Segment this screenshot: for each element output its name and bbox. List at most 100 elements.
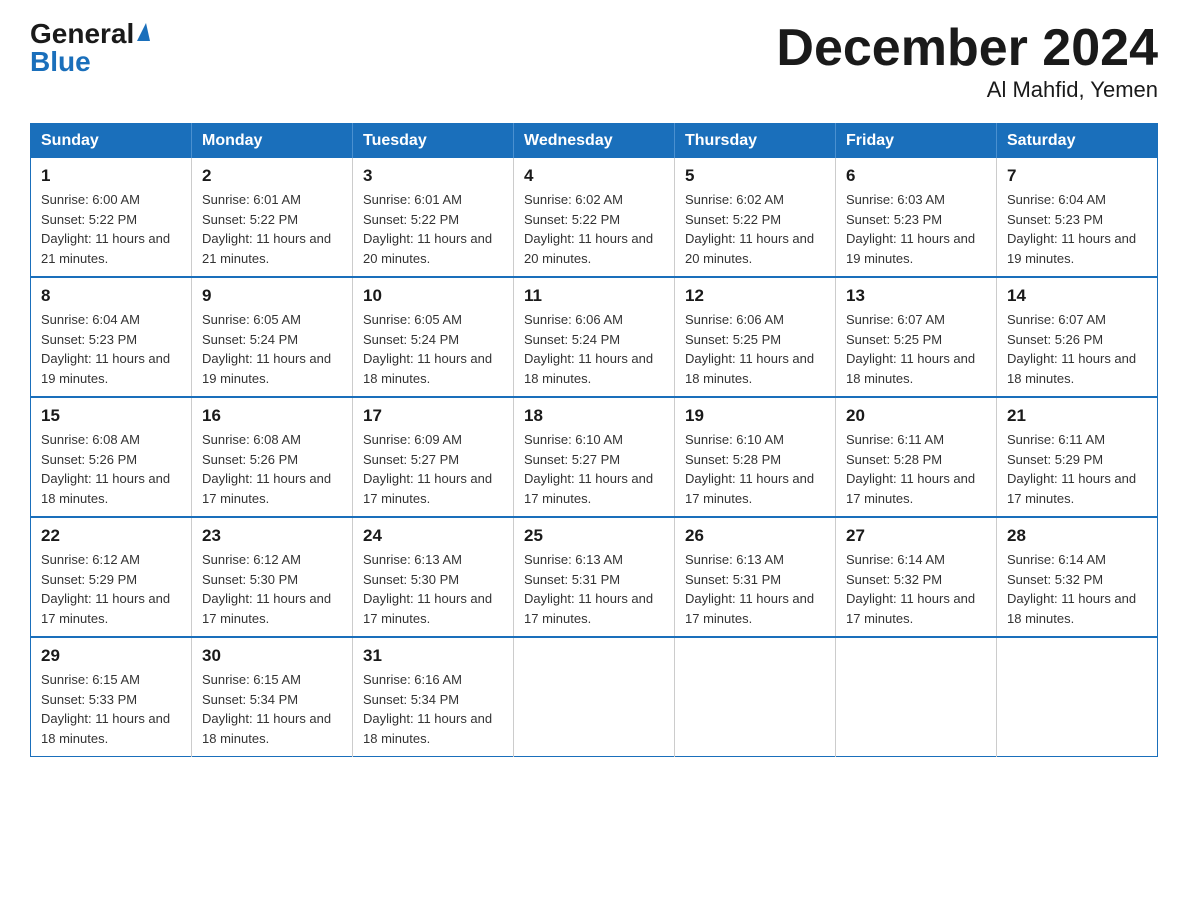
day-number: 7 [1007, 166, 1147, 186]
calendar-day-cell [675, 637, 836, 757]
day-info: Sunrise: 6:06 AMSunset: 5:24 PMDaylight:… [524, 310, 664, 388]
day-info: Sunrise: 6:14 AMSunset: 5:32 PMDaylight:… [1007, 550, 1147, 628]
calendar-day-cell: 29Sunrise: 6:15 AMSunset: 5:33 PMDayligh… [31, 637, 192, 757]
calendar-day-cell [997, 637, 1158, 757]
calendar-day-cell: 8Sunrise: 6:04 AMSunset: 5:23 PMDaylight… [31, 277, 192, 397]
day-info: Sunrise: 6:13 AMSunset: 5:30 PMDaylight:… [363, 550, 503, 628]
day-number: 5 [685, 166, 825, 186]
day-number: 16 [202, 406, 342, 426]
calendar-table: SundayMondayTuesdayWednesdayThursdayFrid… [30, 123, 1158, 757]
day-info: Sunrise: 6:01 AMSunset: 5:22 PMDaylight:… [202, 190, 342, 268]
day-info: Sunrise: 6:09 AMSunset: 5:27 PMDaylight:… [363, 430, 503, 508]
day-number: 26 [685, 526, 825, 546]
day-info: Sunrise: 6:12 AMSunset: 5:29 PMDaylight:… [41, 550, 181, 628]
day-number: 9 [202, 286, 342, 306]
calendar-day-cell: 16 Sunrise: 6:08 AMSunset: 5:26 PMDayligh… [192, 397, 353, 517]
day-info: Sunrise: 6:13 AMSunset: 5:31 PMDaylight:… [524, 550, 664, 628]
day-number: 6 [846, 166, 986, 186]
day-info: Sunrise: 6:14 AMSunset: 5:32 PMDaylight:… [846, 550, 986, 628]
calendar-day-cell: 20Sunrise: 6:11 AMSunset: 5:28 PMDayligh… [836, 397, 997, 517]
calendar-week-5: 29Sunrise: 6:15 AMSunset: 5:33 PMDayligh… [31, 637, 1158, 757]
day-number: 21 [1007, 406, 1147, 426]
calendar-title: December 2024 [776, 20, 1158, 77]
calendar-day-cell: 27 Sunrise: 6:14 AMSunset: 5:32 PMDayligh… [836, 517, 997, 637]
calendar-day-cell: 10Sunrise: 6:05 AMSunset: 5:24 PMDayligh… [353, 277, 514, 397]
day-info: Sunrise: 6:10 AMSunset: 5:28 PMDaylight:… [685, 430, 825, 508]
calendar-day-cell: 24 Sunrise: 6:13 AMSunset: 5:30 PMDayligh… [353, 517, 514, 637]
day-info: Sunrise: 6:06 AMSunset: 5:25 PMDaylight:… [685, 310, 825, 388]
day-number: 20 [846, 406, 986, 426]
calendar-day-cell: 18 Sunrise: 6:10 AMSunset: 5:27 PMDayligh… [514, 397, 675, 517]
day-info: Sunrise: 6:16 AMSunset: 5:34 PMDaylight:… [363, 670, 503, 748]
calendar-day-cell: 22Sunrise: 6:12 AMSunset: 5:29 PMDayligh… [31, 517, 192, 637]
calendar-week-1: 1Sunrise: 6:00 AMSunset: 5:22 PMDaylight… [31, 158, 1158, 277]
day-number: 2 [202, 166, 342, 186]
day-info: Sunrise: 6:03 AMSunset: 5:23 PMDaylight:… [846, 190, 986, 268]
day-number: 28 [1007, 526, 1147, 546]
calendar-day-cell: 21 Sunrise: 6:11 AMSunset: 5:29 PMDayligh… [997, 397, 1158, 517]
day-number: 17 [363, 406, 503, 426]
day-info: Sunrise: 6:05 AMSunset: 5:24 PMDaylight:… [363, 310, 503, 388]
logo-general-text: General [30, 20, 134, 48]
calendar-day-cell: 26Sunrise: 6:13 AMSunset: 5:31 PMDayligh… [675, 517, 836, 637]
header-friday: Friday [836, 124, 997, 159]
day-info: Sunrise: 6:10 AMSunset: 5:27 PMDaylight:… [524, 430, 664, 508]
header-tuesday: Tuesday [353, 124, 514, 159]
page-header: General Blue December 2024 Al Mahfid, Ye… [30, 20, 1158, 103]
day-number: 14 [1007, 286, 1147, 306]
calendar-day-cell: 30Sunrise: 6:15 AMSunset: 5:34 PMDayligh… [192, 637, 353, 757]
header-saturday: Saturday [997, 124, 1158, 159]
day-number: 23 [202, 526, 342, 546]
header-thursday: Thursday [675, 124, 836, 159]
logo: General Blue [30, 20, 150, 76]
calendar-day-cell: 17 Sunrise: 6:09 AMSunset: 5:27 PMDayligh… [353, 397, 514, 517]
calendar-day-cell: 14 Sunrise: 6:07 AMSunset: 5:26 PMDayligh… [997, 277, 1158, 397]
calendar-body: 1Sunrise: 6:00 AMSunset: 5:22 PMDaylight… [31, 158, 1158, 757]
calendar-day-cell: 13 Sunrise: 6:07 AMSunset: 5:25 PMDayligh… [836, 277, 997, 397]
calendar-day-cell: 15Sunrise: 6:08 AMSunset: 5:26 PMDayligh… [31, 397, 192, 517]
day-info: Sunrise: 6:11 AMSunset: 5:29 PMDaylight:… [1007, 430, 1147, 508]
logo-blue-text: Blue [30, 48, 91, 76]
calendar-header: SundayMondayTuesdayWednesdayThursdayFrid… [31, 124, 1158, 159]
calendar-title-block: December 2024 Al Mahfid, Yemen [776, 20, 1158, 103]
day-number: 31 [363, 646, 503, 666]
day-number: 24 [363, 526, 503, 546]
day-info: Sunrise: 6:02 AMSunset: 5:22 PMDaylight:… [524, 190, 664, 268]
calendar-day-cell: 6 Sunrise: 6:03 AMSunset: 5:23 PMDaylight… [836, 158, 997, 277]
calendar-week-2: 8Sunrise: 6:04 AMSunset: 5:23 PMDaylight… [31, 277, 1158, 397]
day-info: Sunrise: 6:05 AMSunset: 5:24 PMDaylight:… [202, 310, 342, 388]
header-wednesday: Wednesday [514, 124, 675, 159]
day-info: Sunrise: 6:08 AMSunset: 5:26 PMDaylight:… [202, 430, 342, 508]
calendar-day-cell: 12 Sunrise: 6:06 AMSunset: 5:25 PMDayligh… [675, 277, 836, 397]
calendar-day-cell: 9 Sunrise: 6:05 AMSunset: 5:24 PMDaylight… [192, 277, 353, 397]
day-number: 27 [846, 526, 986, 546]
calendar-day-cell: 25 Sunrise: 6:13 AMSunset: 5:31 PMDayligh… [514, 517, 675, 637]
day-info: Sunrise: 6:15 AMSunset: 5:33 PMDaylight:… [41, 670, 181, 748]
day-number: 25 [524, 526, 664, 546]
calendar-day-cell: 2 Sunrise: 6:01 AMSunset: 5:22 PMDaylight… [192, 158, 353, 277]
day-info: Sunrise: 6:07 AMSunset: 5:25 PMDaylight:… [846, 310, 986, 388]
day-number: 13 [846, 286, 986, 306]
calendar-week-4: 22Sunrise: 6:12 AMSunset: 5:29 PMDayligh… [31, 517, 1158, 637]
header-monday: Monday [192, 124, 353, 159]
calendar-day-cell: 7 Sunrise: 6:04 AMSunset: 5:23 PMDaylight… [997, 158, 1158, 277]
day-number: 3 [363, 166, 503, 186]
calendar-header-row: SundayMondayTuesdayWednesdayThursdayFrid… [31, 124, 1158, 159]
day-number: 12 [685, 286, 825, 306]
day-info: Sunrise: 6:02 AMSunset: 5:22 PMDaylight:… [685, 190, 825, 268]
calendar-day-cell: 23Sunrise: 6:12 AMSunset: 5:30 PMDayligh… [192, 517, 353, 637]
day-number: 11 [524, 286, 664, 306]
day-info: Sunrise: 6:07 AMSunset: 5:26 PMDaylight:… [1007, 310, 1147, 388]
calendar-day-cell: 11 Sunrise: 6:06 AMSunset: 5:24 PMDayligh… [514, 277, 675, 397]
day-number: 19 [685, 406, 825, 426]
calendar-day-cell: 1Sunrise: 6:00 AMSunset: 5:22 PMDaylight… [31, 158, 192, 277]
calendar-day-cell [836, 637, 997, 757]
day-number: 15 [41, 406, 181, 426]
day-number: 4 [524, 166, 664, 186]
calendar-day-cell: 4 Sunrise: 6:02 AMSunset: 5:22 PMDaylight… [514, 158, 675, 277]
header-sunday: Sunday [31, 124, 192, 159]
day-number: 1 [41, 166, 181, 186]
day-info: Sunrise: 6:04 AMSunset: 5:23 PMDaylight:… [1007, 190, 1147, 268]
day-number: 18 [524, 406, 664, 426]
day-info: Sunrise: 6:15 AMSunset: 5:34 PMDaylight:… [202, 670, 342, 748]
